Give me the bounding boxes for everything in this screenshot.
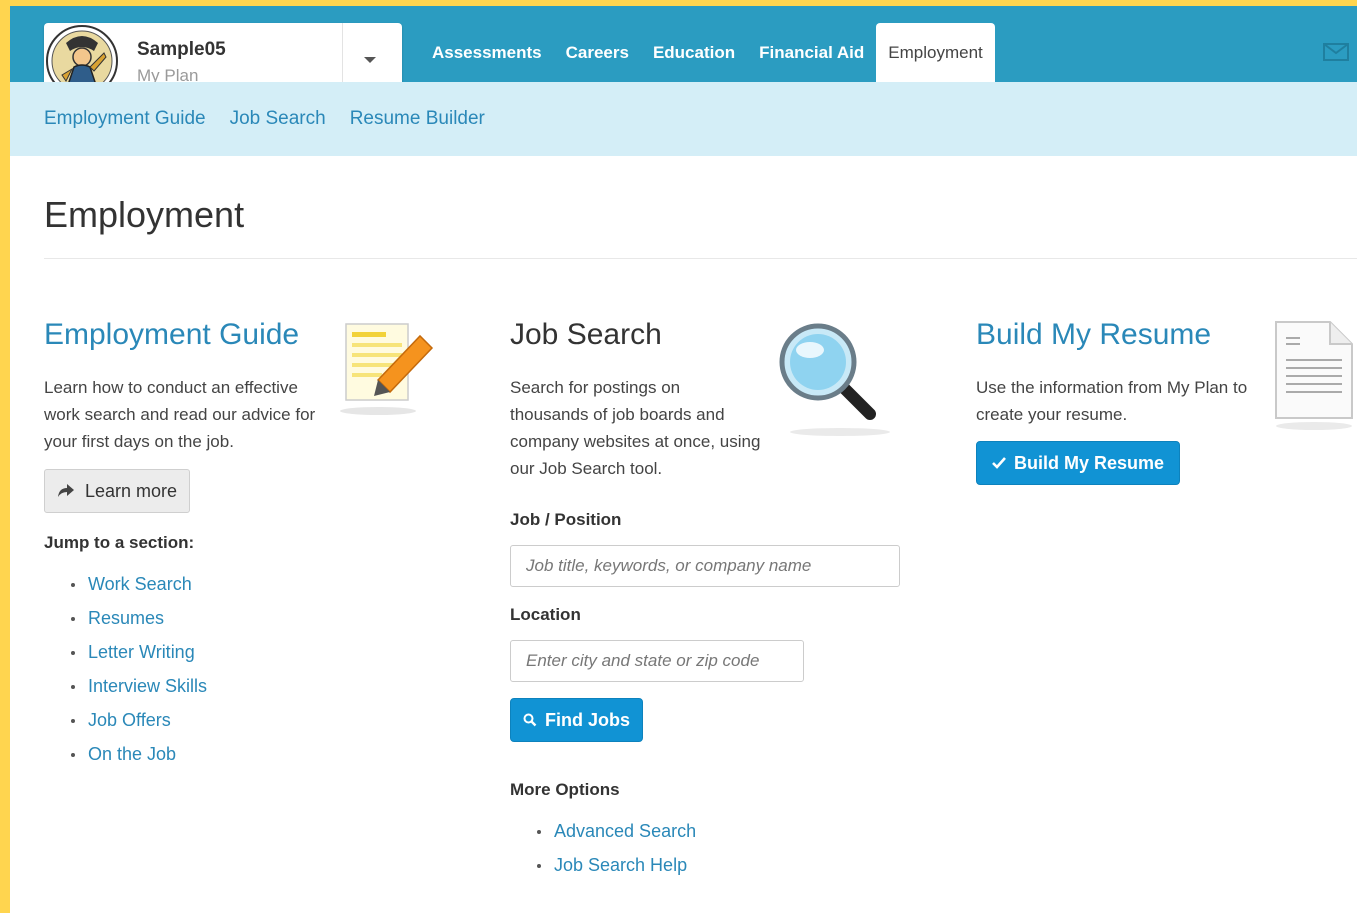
magnifier-icon (779, 323, 890, 436)
document-icon (1275, 321, 1353, 430)
subnav-resume-builder[interactable]: Resume Builder (350, 108, 485, 130)
build-resume-section: Build My Resume Use the information from… (976, 318, 1276, 485)
search-icon (523, 713, 537, 727)
page-frame: Sample05 My Plan Assessments Careers Edu… (10, 6, 1357, 913)
advanced-search-link[interactable]: Advanced Search (510, 814, 696, 848)
find-jobs-label: Find Jobs (545, 709, 630, 730)
title-divider (44, 258, 1357, 259)
location-label: Location (510, 605, 581, 624)
share-arrow-icon (58, 484, 74, 497)
find-jobs-button[interactable]: Find Jobs (510, 698, 643, 742)
top-navigation-bar: Sample05 My Plan Assessments Careers Edu… (10, 6, 1357, 98)
build-resume-title[interactable]: Build My Resume (976, 318, 1276, 352)
notepad-highlighter-icon (340, 323, 434, 415)
more-options-label: More Options (510, 780, 620, 799)
sub-navigation: Employment Guide Job Search Resume Build… (10, 82, 1357, 156)
section-link-resumes[interactable]: Resumes (44, 601, 464, 635)
learn-more-button[interactable]: Learn more (44, 469, 191, 513)
jump-to-section-label: Jump to a section: (44, 533, 195, 552)
build-resume-button[interactable]: Build My Resume (976, 441, 1181, 485)
section-list: Work Search Resumes Letter Writing Inter… (44, 567, 464, 771)
nav-careers[interactable]: Careers (554, 23, 641, 82)
location-input[interactable]: Enter city and state or zip code (510, 640, 804, 682)
page-title: Employment (44, 194, 245, 235)
nav-education[interactable]: Education (641, 23, 747, 82)
more-options-list: Advanced Search Job Search Help (510, 814, 696, 882)
build-resume-description: Use the information from My Plan to crea… (976, 378, 1248, 424)
job-position-label: Job / Position (510, 510, 622, 529)
profile-name: Sample05 (137, 39, 226, 60)
section-link-interview-skills[interactable]: Interview Skills (44, 669, 464, 703)
main-nav: Assessments Careers Education Financial … (420, 23, 995, 82)
nav-employment[interactable]: Employment (876, 23, 995, 82)
chevron-down-icon[interactable] (364, 57, 376, 63)
subnav-employment-guide[interactable]: Employment Guide (44, 108, 206, 130)
build-resume-label: Build My Resume (1014, 452, 1165, 473)
job-position-input[interactable]: Job title, keywords, or company name (510, 545, 900, 587)
section-link-on-the-job[interactable]: On the Job (44, 737, 464, 771)
section-link-work-search[interactable]: Work Search (44, 567, 464, 601)
job-search-help-link[interactable]: Job Search Help (510, 848, 696, 882)
section-link-job-offers[interactable]: Job Offers (44, 703, 464, 737)
learn-more-label: Learn more (85, 480, 178, 501)
section-link-letter-writing[interactable]: Letter Writing (44, 635, 464, 669)
mail-icon[interactable] (1323, 43, 1349, 61)
checkmark-icon (992, 457, 1006, 469)
nav-financial-aid[interactable]: Financial Aid (747, 23, 876, 82)
subnav-job-search[interactable]: Job Search (230, 108, 326, 130)
nav-assessments[interactable]: Assessments (420, 23, 554, 82)
